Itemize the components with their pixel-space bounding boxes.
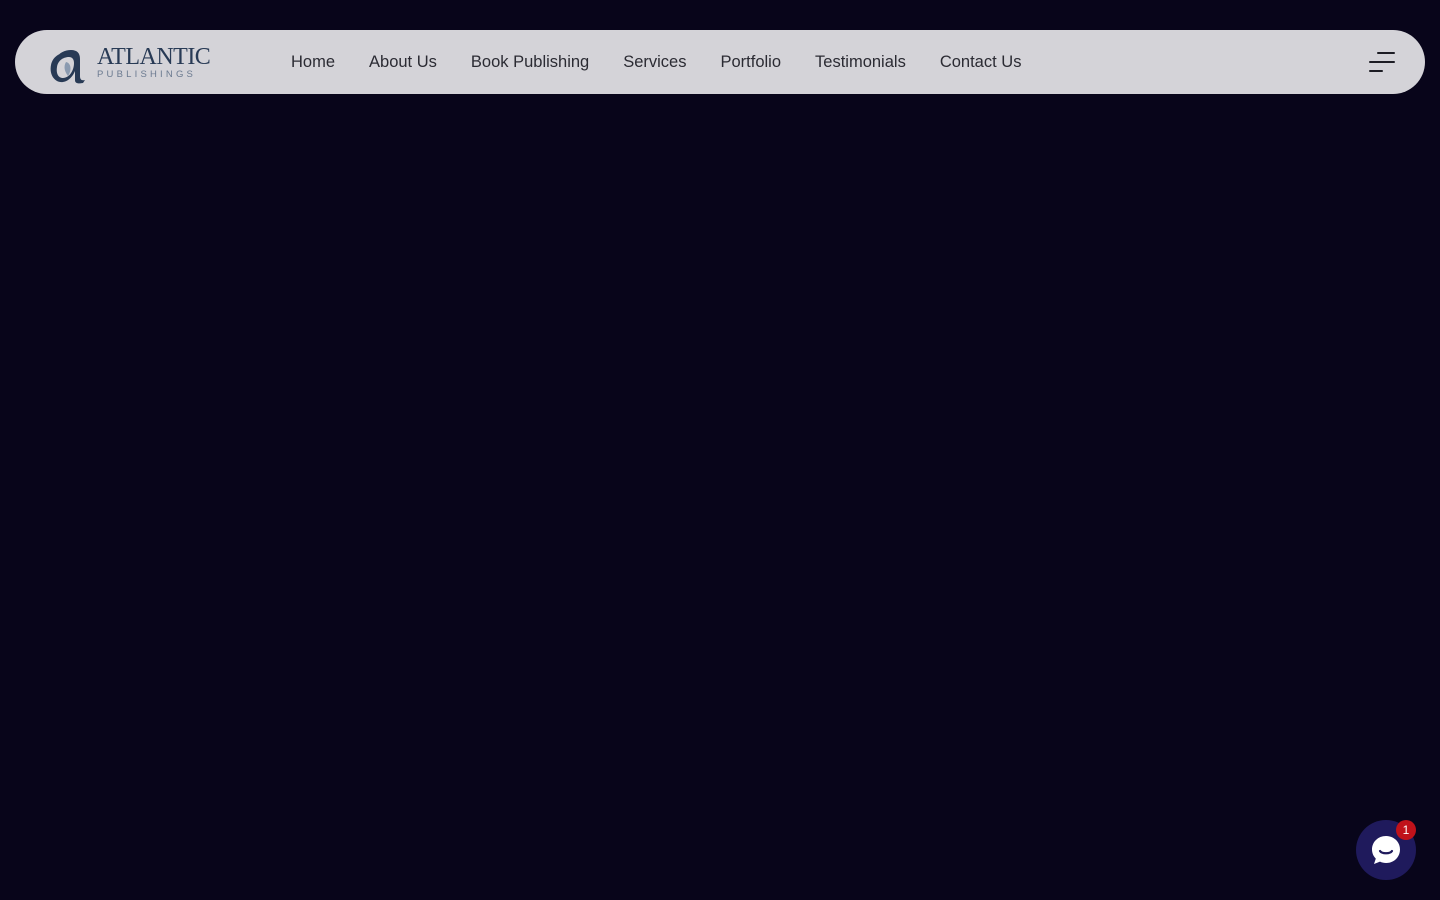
site-logo[interactable]: ATLANTIC PUBLISHINGS xyxy=(45,39,211,85)
menu-bar xyxy=(1369,70,1383,72)
chat-notification-badge: 1 xyxy=(1396,820,1416,840)
logo-mark-icon xyxy=(50,50,85,84)
logo-name: ATLANTIC xyxy=(97,43,211,70)
nav-contact-us[interactable]: Contact Us xyxy=(940,53,1022,72)
main-nav: Home About Us Book Publishing Services P… xyxy=(291,30,1055,94)
logo-text: ATLANTIC PUBLISHINGS xyxy=(97,43,211,80)
navbar: ATLANTIC PUBLISHINGS Home About Us Book … xyxy=(15,30,1425,94)
logo-tagline: PUBLISHINGS xyxy=(97,68,197,80)
menu-bar xyxy=(1369,61,1395,63)
nav-book-publishing[interactable]: Book Publishing xyxy=(471,53,589,72)
nav-home[interactable]: Home xyxy=(291,53,335,72)
nav-testimonials[interactable]: Testimonials xyxy=(815,53,906,72)
nav-services[interactable]: Services xyxy=(623,53,686,72)
nav-portfolio[interactable]: Portfolio xyxy=(721,53,782,72)
nav-about-us[interactable]: About Us xyxy=(369,53,437,72)
menu-bar xyxy=(1377,52,1395,54)
page: ATLANTIC PUBLISHINGS Home About Us Book … xyxy=(0,0,1440,900)
hamburger-menu-icon[interactable] xyxy=(1361,47,1395,77)
chat-bubble-icon xyxy=(1372,836,1400,864)
